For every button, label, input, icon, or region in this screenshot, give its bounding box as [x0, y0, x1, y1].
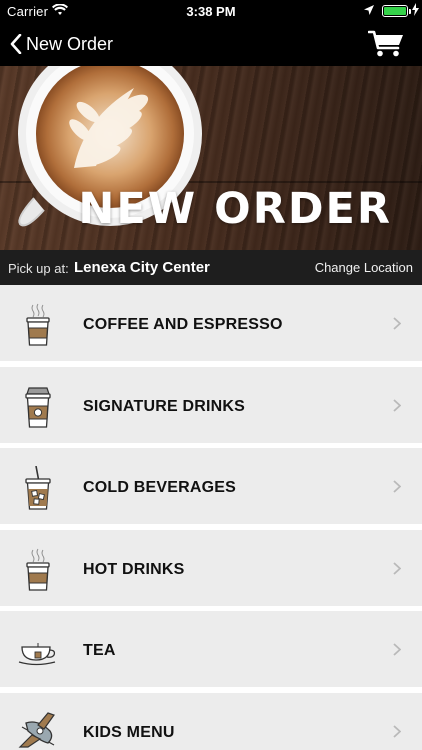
menu-item-signature-drinks[interactable]: SIGNATURE DRINKS [0, 366, 422, 443]
hero-banner: NEW ORDER [0, 66, 422, 250]
chevron-left-icon [10, 34, 22, 54]
iced-cup-icon [25, 466, 51, 510]
navigation-bar: New Order [0, 22, 422, 66]
menu-item-label: COLD BEVERAGES [83, 479, 237, 496]
lidded-cup-icon [25, 386, 51, 428]
menu-item-kids-menu[interactable]: KIDS MENU [0, 692, 422, 750]
status-time: 3:38 PM [186, 4, 236, 19]
menu-item-label: HOT DRINKS [83, 560, 185, 578]
hot-cup-icon [26, 303, 50, 346]
menu-item-hot-drinks[interactable]: HOT DRINKS [0, 529, 422, 606]
back-button-label: New Order [26, 33, 114, 54]
cart-button[interactable] [367, 30, 404, 58]
cart-icon [367, 30, 403, 57]
chevron-right-icon [393, 317, 401, 330]
chevron-right-icon [393, 398, 401, 412]
teacup-icon [18, 643, 56, 666]
menu-item-label: KIDS MENU [83, 723, 175, 741]
menu-item-tea[interactable]: TEA [0, 611, 422, 687]
menu-item-label: SIGNATURE DRINKS [83, 397, 246, 415]
back-button[interactable]: New Order [10, 31, 113, 57]
charging-bolt-icon [412, 3, 419, 19]
change-location-link[interactable]: Change Location [315, 260, 413, 275]
battery-icon [382, 5, 408, 17]
status-bar: Carrier 3:38 PM [0, 0, 422, 22]
chevron-right-icon [393, 480, 401, 493]
pickup-label: Pick up at: [8, 261, 69, 276]
airplane-icon [18, 711, 55, 748]
chevron-right-icon [393, 643, 401, 656]
chevron-right-icon [393, 724, 401, 738]
pickup-bar: Pick up at: Lenexa City Center Change Lo… [0, 250, 422, 285]
battery-cap [409, 9, 411, 14]
hero-title: NEW ORDER [78, 184, 392, 234]
menu-item-label: TEA [83, 642, 116, 659]
pickup-location: Lenexa City Center [74, 259, 210, 276]
hot-cup-icon [26, 548, 50, 591]
menu-list: COFFEE AND ESPRESSO SIGNATURE DRINKS COL… [0, 285, 422, 750]
menu-item-coffee-and-espresso[interactable]: COFFEE AND ESPRESSO [0, 285, 422, 361]
location-arrow-icon [363, 4, 375, 19]
menu-item-cold-beverages[interactable]: COLD BEVERAGES [0, 448, 422, 524]
chevron-right-icon [393, 561, 401, 575]
menu-item-label: COFFEE AND ESPRESSO [83, 316, 283, 333]
